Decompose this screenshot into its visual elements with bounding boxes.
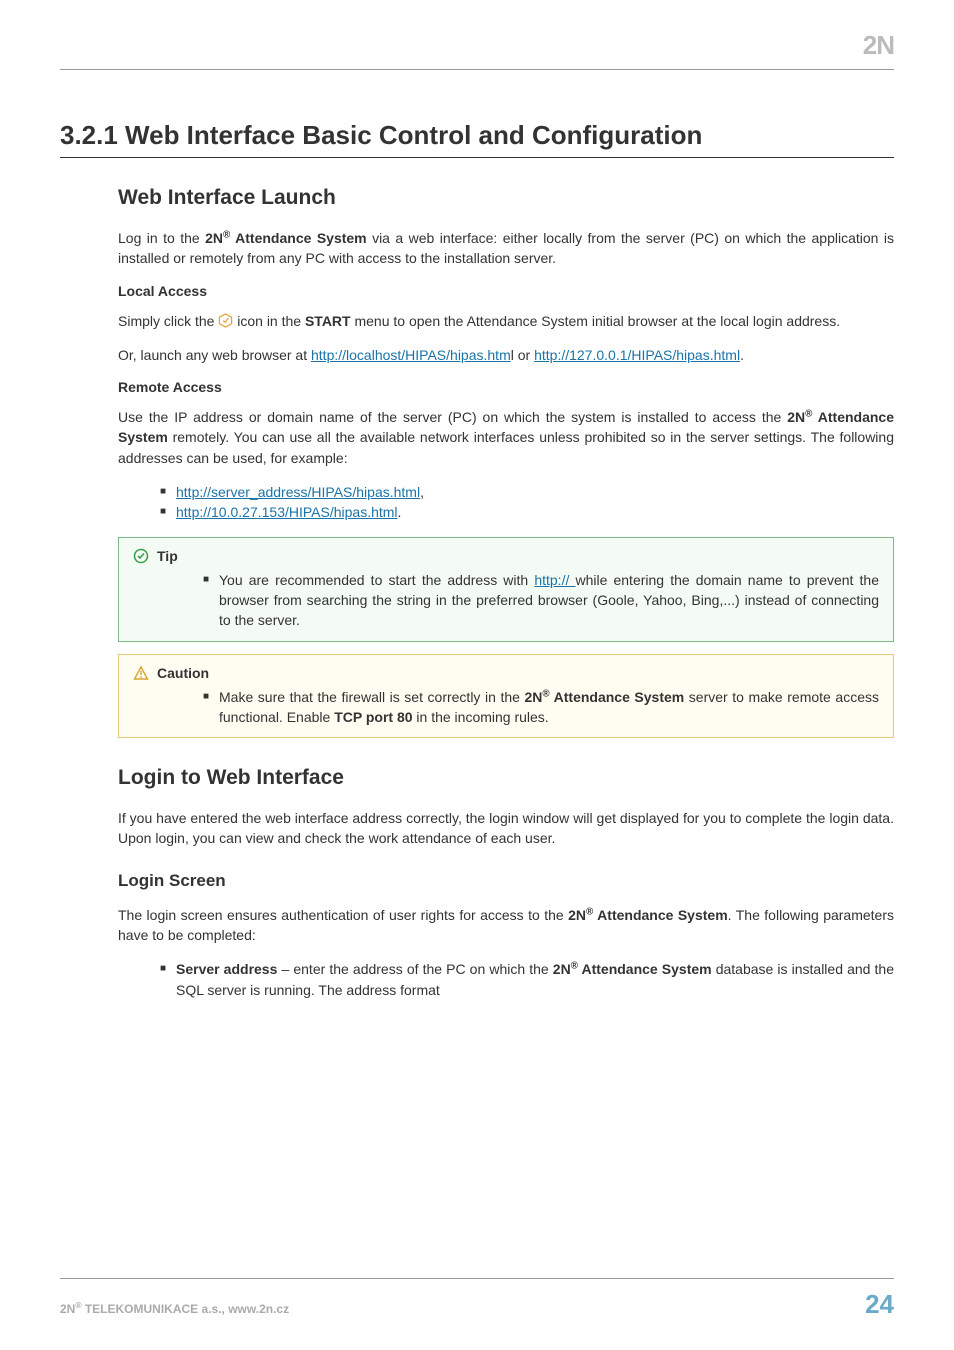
callout-caution-list: Make sure that the firewall is set corre… <box>133 687 879 728</box>
link-server-address[interactable]: http://server_address/HIPAS/hipas.html <box>176 484 420 500</box>
callout-tip-title: Tip <box>157 548 178 564</box>
text-fragment: remotely. You can use all the available … <box>118 429 894 465</box>
heading-login-web-interface: Login to Web Interface <box>118 766 894 790</box>
text-fragment: – enter the address of the PC on which t… <box>277 961 552 977</box>
page-title: 3.2.1 Web Interface Basic Control and Co… <box>60 120 894 158</box>
brand-2n: 2N <box>568 907 586 923</box>
list-item: Make sure that the firewall is set corre… <box>203 687 879 728</box>
link-list-remote: http://server_address/HIPAS/hipas.html, … <box>118 482 894 523</box>
list-item: Server address – enter the address of th… <box>160 959 894 1000</box>
link-127[interactable]: http://127.0.0.1/HIPAS/hipas.html <box>534 347 740 363</box>
callout-tip-header: Tip <box>133 548 879 564</box>
start-menu-label: START <box>305 313 351 329</box>
brand-suffix: Attendance System <box>230 230 366 246</box>
page-header: 2N <box>60 30 894 70</box>
paragraph-or-launch: Or, launch any web browser at http://loc… <box>118 345 894 365</box>
brand-suffix: Attendance System <box>550 689 685 705</box>
text-fragment: icon in the <box>233 313 305 329</box>
brand-2n: 2N <box>787 409 805 425</box>
callout-tip-list: You are recommended to start the address… <box>133 570 879 631</box>
text-fragment: in the incoming rules. <box>413 709 549 725</box>
brand-2n: 2N <box>524 689 542 705</box>
brand-suffix: Attendance System <box>578 961 712 977</box>
brand-suffix: Attendance System <box>593 907 727 923</box>
paragraph-login-screen: The login screen ensures authentication … <box>118 905 894 946</box>
footer-company: 2N® TELEKOMUNIKACE a.s., www.2n.cz <box>60 1300 289 1316</box>
text-fragment: . <box>740 347 744 363</box>
page-footer: 2N® TELEKOMUNIKACE a.s., www.2n.cz 24 <box>60 1278 894 1320</box>
tcp-port-label: TCP port 80 <box>334 709 412 725</box>
label-local-access: Local Access <box>118 283 894 299</box>
list-item: You are recommended to start the address… <box>203 570 879 631</box>
page-number: 24 <box>865 1289 894 1320</box>
callout-caution-header: Caution <box>133 665 879 681</box>
text-fragment: Log in to the <box>118 230 205 246</box>
text-fragment: Use the IP address or domain name of the… <box>118 409 787 425</box>
text-fragment: The login screen ensures authentication … <box>118 907 568 923</box>
text-fragment: Or, launch any web browser at <box>118 347 311 363</box>
paragraph-local-access: Simply click the icon in the START menu … <box>118 311 894 331</box>
callout-caution-title: Caution <box>157 665 209 681</box>
list-item: http://server_address/HIPAS/hipas.html, <box>160 482 894 502</box>
heading-web-interface-launch: Web Interface Launch <box>118 186 894 210</box>
text-fragment: Simply click the <box>118 313 218 329</box>
link-localhost[interactable]: http://localhost/HIPAS/hipas.htm <box>311 347 511 363</box>
param-server-address-label: Server address <box>176 961 277 977</box>
paragraph-login-intro: Log in to the 2N® Attendance System via … <box>118 228 894 269</box>
attendance-app-icon <box>218 313 233 328</box>
brand-2n: 2N <box>553 961 571 977</box>
label-remote-access: Remote Access <box>118 379 894 395</box>
callout-tip: Tip You are recommended to start the add… <box>118 537 894 642</box>
list-item: http://10.0.27.153/HIPAS/hipas.html. <box>160 502 894 522</box>
param-list: Server address – enter the address of th… <box>118 959 894 1000</box>
brand-2n: 2N <box>60 1302 75 1316</box>
warning-triangle-icon <box>133 665 149 681</box>
text-fragment: You are recommended to start the address… <box>219 572 534 588</box>
text-fragment: Make sure that the firewall is set corre… <box>219 689 524 705</box>
heading-login-screen: Login Screen <box>118 871 894 891</box>
logo-2n: 2N <box>863 30 894 61</box>
registered-mark: ® <box>571 961 578 972</box>
registered-mark: ® <box>542 688 549 699</box>
callout-caution: Caution Make sure that the firewall is s… <box>118 654 894 739</box>
brand-2n: 2N <box>205 230 223 246</box>
text-fragment: menu to open the Attendance System initi… <box>351 313 841 329</box>
footer-company-text: TELEKOMUNIKACE a.s., www.2n.cz <box>82 1302 290 1316</box>
link-ip-example[interactable]: http://10.0.27.153/HIPAS/hipas.html <box>176 504 398 520</box>
check-circle-icon <box>133 548 149 564</box>
paragraph-remote-access: Use the IP address or domain name of the… <box>118 407 894 468</box>
paragraph-login-intro2: If you have entered the web interface ad… <box>118 808 894 849</box>
link-http-prefix[interactable]: http:// <box>534 572 575 588</box>
text-fragment: or <box>514 347 534 363</box>
content-area: Web Interface Launch Log in to the 2N® A… <box>60 186 894 1000</box>
